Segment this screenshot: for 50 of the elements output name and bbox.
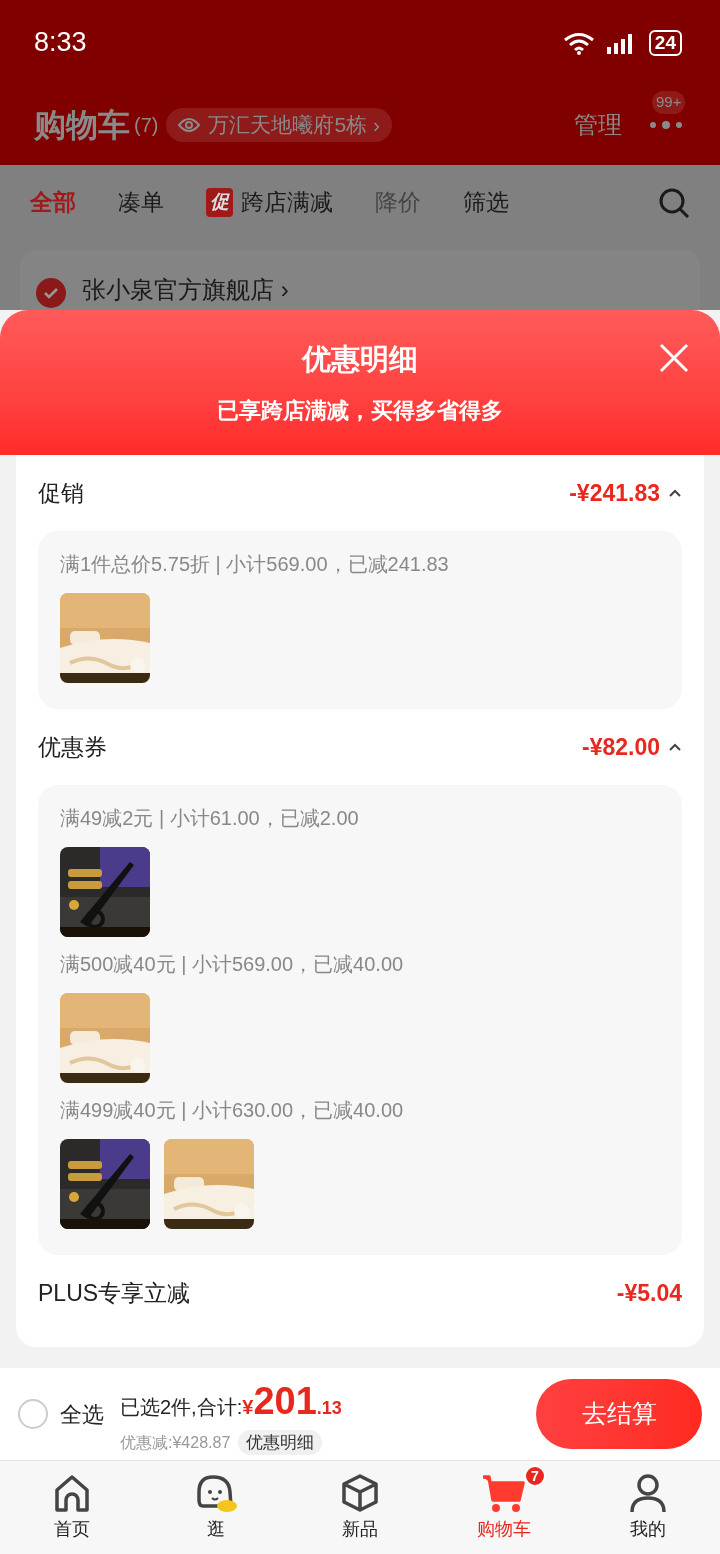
person-icon <box>627 1472 669 1514</box>
rule-text: 满499减40元 | 小计630.00，已减40.00 <box>60 1098 405 1123</box>
section-title: PLUS专享立减 <box>38 1278 191 1308</box>
sheet-title: 优惠明细 <box>302 342 418 378</box>
discount-total: 优惠减:¥428.87 <box>120 1432 231 1453</box>
nav-tab[interactable]: 我的 <box>576 1461 720 1554</box>
total-price: ¥201.13 <box>242 1378 342 1424</box>
cart-count: (7) <box>134 113 159 138</box>
filter-tab[interactable]: 促 跨店满减 <box>206 185 333 220</box>
filter-tab[interactable]: 筛选 <box>463 185 509 220</box>
select-all-label[interactable]: 全选 <box>60 1397 104 1431</box>
search-icon[interactable] <box>658 186 690 219</box>
discount-amount: -¥5.04 <box>616 1278 682 1308</box>
sheet-subtitle: 已享跨店满减，买得多省得多 <box>217 396 503 425</box>
nav-tab[interactable]: 新品 <box>288 1461 432 1554</box>
store-name[interactable]: 张小泉官方旗舰店 › <box>82 272 289 308</box>
section-title: 优惠券 <box>38 732 107 762</box>
cart-badge: 7 <box>524 1465 546 1487</box>
eye-icon <box>178 117 201 133</box>
manage-button[interactable]: 管理 <box>574 107 622 143</box>
notification-badge: 99+ <box>652 91 686 114</box>
store-checkbox[interactable] <box>36 278 66 308</box>
check-icon <box>43 287 59 299</box>
clock: 8:33 <box>34 26 87 60</box>
summary-label: 已选2件,合计: <box>120 1394 243 1420</box>
checkout-button[interactable]: 去结算 <box>536 1379 702 1449</box>
rule-text: 满49减2元 | 小计61.00，已减2.00 <box>60 806 360 831</box>
rule-text: 满1件总价5.75折 | 小计569.00，已减241.83 <box>60 552 450 577</box>
discount-detail-button[interactable]: 优惠明细 <box>238 1429 323 1456</box>
nav-tab[interactable]: 购物车 7 <box>432 1461 576 1554</box>
nav-tab[interactable]: 首页 <box>0 1461 144 1554</box>
cube-icon <box>339 1472 381 1514</box>
more-icon[interactable] <box>648 120 684 130</box>
wifi-icon <box>562 30 595 55</box>
cart-icon <box>481 1472 527 1514</box>
address-chip[interactable]: 万汇天地曦府5栋 › <box>166 108 392 142</box>
caret-icon[interactable] <box>668 488 682 498</box>
filter-tab[interactable]: 降价 <box>375 185 421 220</box>
rule-text: 满500减40元 | 小计569.00，已减40.00 <box>60 952 405 977</box>
discount-amount: -¥241.83 <box>569 478 660 508</box>
filter-tab[interactable]: 凑单 <box>118 185 164 220</box>
caret-icon[interactable] <box>668 742 682 752</box>
discount-amount: -¥82.00 <box>582 732 660 762</box>
section-title: 促销 <box>38 478 84 508</box>
select-all-checkbox[interactable] <box>18 1399 48 1429</box>
nav-tab[interactable]: 逛 <box>144 1461 288 1554</box>
page-title: 购物车 <box>34 106 130 145</box>
close-icon[interactable] <box>658 342 690 374</box>
promo-tag: 促 <box>206 188 233 217</box>
battery-level: 24 <box>648 29 682 56</box>
